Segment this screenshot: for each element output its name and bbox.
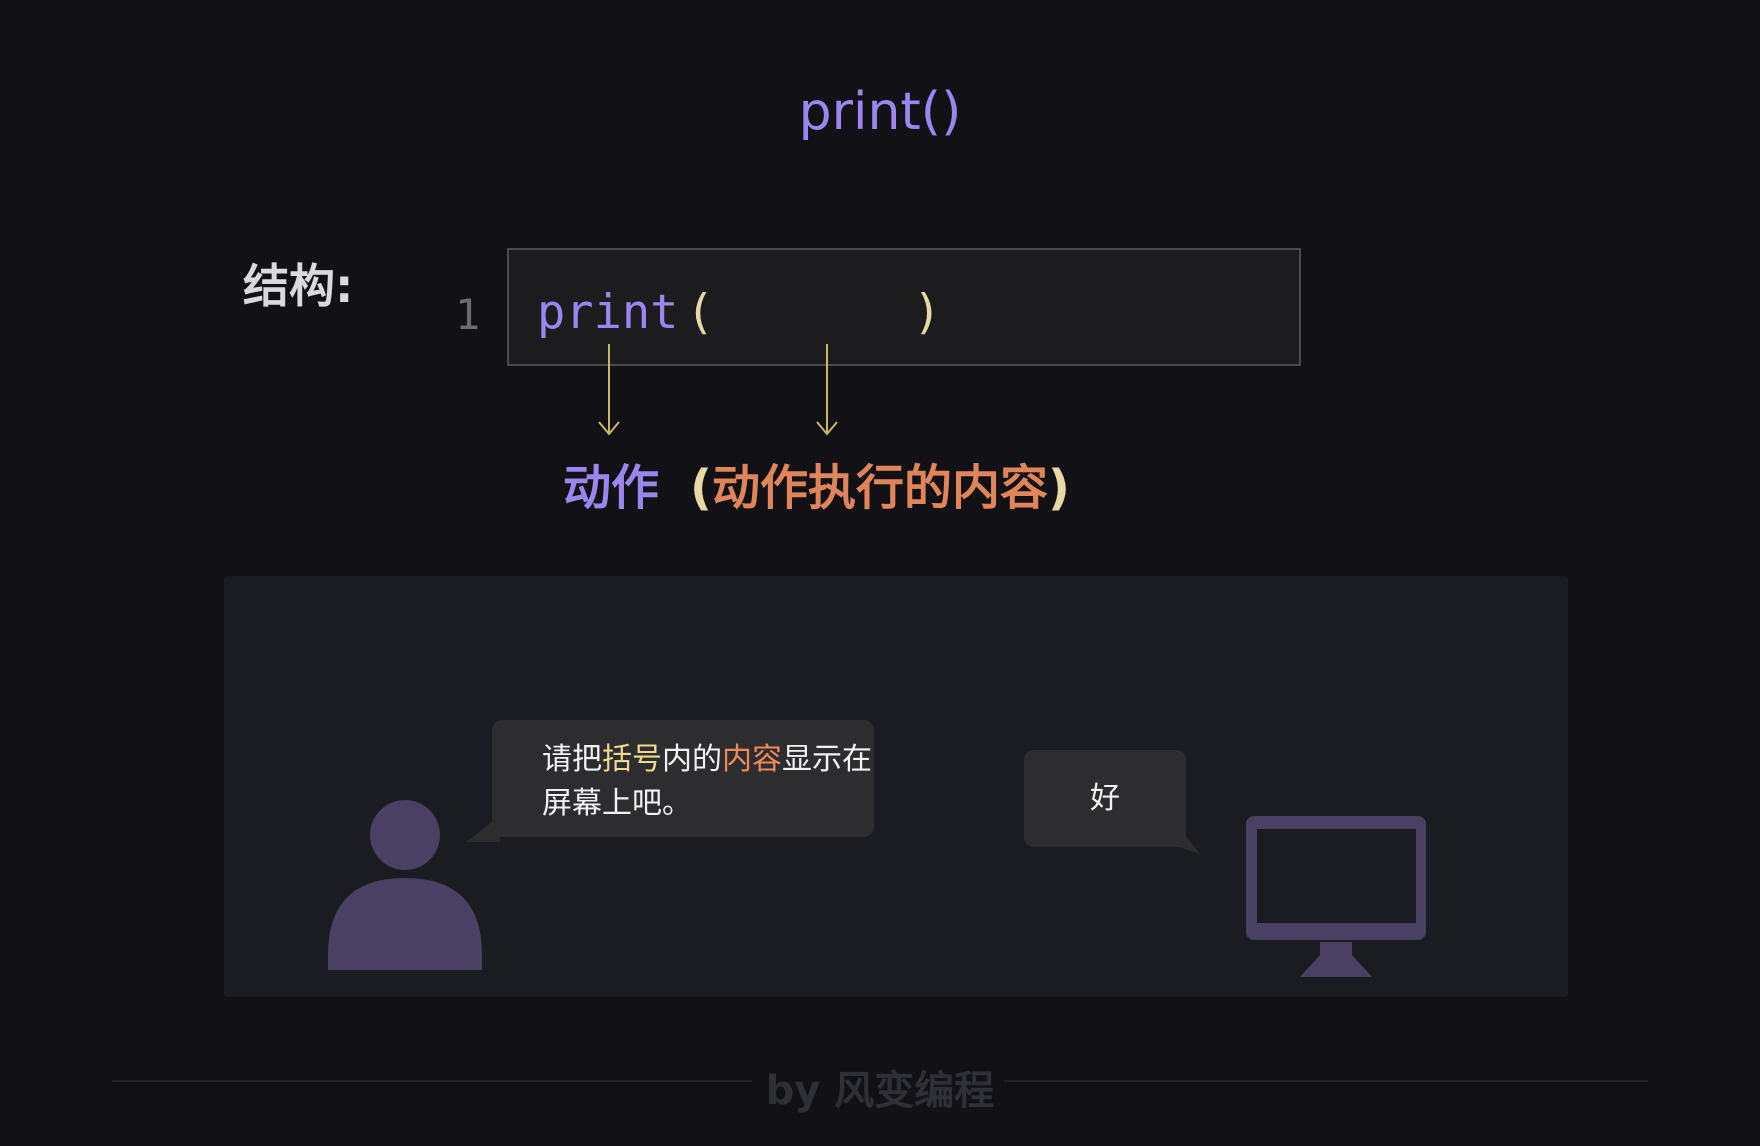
person-icon [328, 800, 482, 970]
bubble-text-highlight-content: 内容 [722, 742, 782, 777]
person-speech-bubble: 请把括号内的内容显示在屏幕上吧。 [492, 720, 874, 837]
computer-speech-bubble: 好 [1024, 750, 1186, 847]
bubble-text: 请把 [542, 742, 602, 777]
footer-credit: by 风变编程 [765, 1068, 995, 1114]
illustration-figures [328, 800, 1426, 977]
bubble-text-highlight-parentheses: 括号 [602, 742, 662, 777]
monitor-icon [1246, 816, 1426, 977]
bubble-text: 内的 [662, 742, 722, 777]
